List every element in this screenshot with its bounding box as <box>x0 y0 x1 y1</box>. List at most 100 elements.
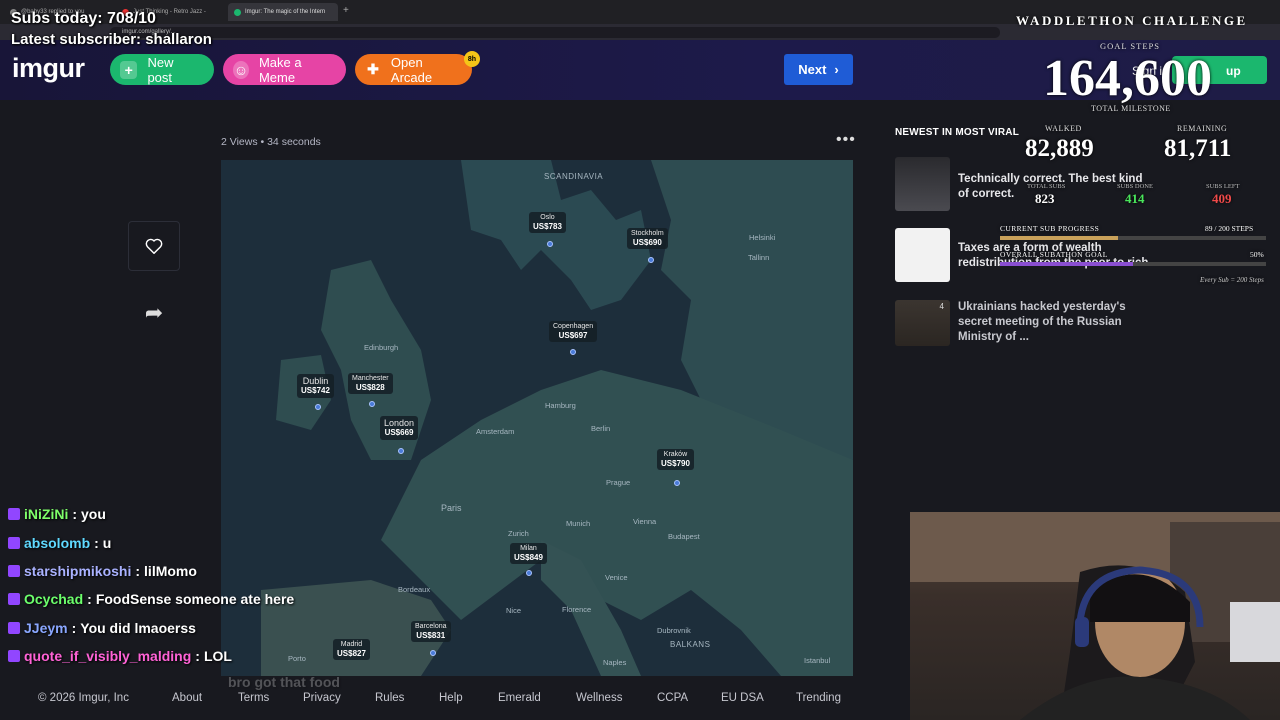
map-place-label: Prague <box>606 478 631 487</box>
map-place-label: Munich <box>566 519 591 528</box>
browser-tab-active[interactable]: Imgur: The magic of the Intern <box>228 3 338 21</box>
chat-message: quote_if_visibly_malding: LOL <box>8 642 340 670</box>
map-place-label: Amsterdam <box>476 427 515 436</box>
city-name: Barcelona <box>415 623 447 630</box>
chat-message: Ocychad: FoodSense someone ate here <box>8 585 340 613</box>
sidebar-post[interactable]: 4 Ukrainians hacked yesterday's secret m… <box>895 300 1155 346</box>
tab-title: Imgur: The magic of the Intern <box>245 9 326 15</box>
city-price-label: Manchester US$828 <box>348 373 393 395</box>
remaining-value: 81,711 <box>1164 135 1232 162</box>
chat-message: iNiZiNi: you <box>8 500 340 528</box>
subs-today-counter: Subs today: 708/10 <box>11 10 156 27</box>
steps-per-sub-note: Every Sub = 200 Steps <box>1200 276 1264 284</box>
city-name: Stockholm <box>631 230 664 237</box>
map-place-label: Naples <box>603 658 627 667</box>
footer-link-wellness[interactable]: Wellness <box>576 692 622 704</box>
twitch-icon <box>8 508 20 521</box>
city-price: US$690 <box>632 238 662 248</box>
sidebar-title: NEWEST IN MOST VIRAL <box>895 127 1019 138</box>
map-place-label: Vienna <box>633 517 657 526</box>
city-price: US$828 <box>355 383 385 393</box>
city-pin-icon[interactable] <box>674 480 680 486</box>
walked-value: 82,889 <box>1025 135 1094 162</box>
chat-text: you <box>81 506 106 523</box>
footer-link-help[interactable]: Help <box>439 692 463 704</box>
city-pin-icon[interactable] <box>526 570 532 576</box>
city-price-label: Kraków US$790 <box>657 449 694 471</box>
footer-link-rules[interactable]: Rules <box>375 692 404 704</box>
footer-link-emerald[interactable]: Emerald <box>498 692 541 704</box>
walked-label: WALKED <box>1045 124 1082 133</box>
chevron-right-icon: › <box>834 62 839 77</box>
webcam-feed <box>910 512 1280 720</box>
city-name: Kraków <box>663 451 688 458</box>
map-place-label: Venice <box>605 573 628 582</box>
subs-left-label: SUBS LEFT <box>1206 183 1240 190</box>
chat-message: JJeym: You did lmaoerss <box>8 614 340 642</box>
city-price-label: Copenhagen US$697 <box>549 321 598 343</box>
new-post-button[interactable]: + New post <box>110 54 214 85</box>
map-place-label: Hamburg <box>545 401 576 410</box>
open-arcade-button[interactable]: ✚ Open Arcade <box>355 54 472 85</box>
city-pin-icon[interactable] <box>570 349 576 355</box>
open-arcade-label: Open Arcade <box>390 54 433 85</box>
next-label: Next <box>798 62 827 77</box>
chat-text: lilMomo <box>144 562 197 579</box>
gamepad-icon: ✚ <box>367 61 379 77</box>
post-thumbnail <box>895 157 950 211</box>
remaining-label: REMAINING <box>1177 124 1228 133</box>
chat-message-fading: bro got that food <box>8 670 340 694</box>
map-place-label: Budapest <box>668 532 700 541</box>
map-place-label: Tallinn <box>748 253 770 262</box>
map-region-label: SCANDINAVIA <box>544 172 604 181</box>
map-region-label: BALKANS <box>670 640 711 649</box>
twitch-icon <box>8 593 20 606</box>
footer-link-trending[interactable]: Trending <box>796 692 841 704</box>
more-options-icon[interactable]: ••• <box>836 131 856 149</box>
post-thumbnail: 4 <box>895 300 950 346</box>
city-name: Madrid <box>340 641 363 648</box>
share-button[interactable]: ➦ <box>128 290 180 336</box>
city-name: Milan <box>520 545 537 552</box>
map-place-label: Edinburgh <box>364 343 399 352</box>
new-tab-icon[interactable]: + <box>343 5 349 16</box>
city-price-label: Oslo US$783 <box>529 212 566 234</box>
address-bar[interactable]: imgur.com/gallery/... <box>110 27 1000 38</box>
map-place-label: Bordeaux <box>398 585 431 594</box>
post-thumbnail <box>895 228 950 282</box>
city-price-label: Stockholm US$690 <box>627 228 668 250</box>
map-place-label: Florence <box>562 605 592 614</box>
current-progress-fill <box>1000 236 1119 240</box>
chat-text: bro got that food <box>228 674 340 691</box>
footer-link-ccpa[interactable]: CCPA <box>657 692 688 704</box>
map-place-label: Berlin <box>591 424 611 433</box>
city-price: US$783 <box>533 222 562 232</box>
plus-icon: + <box>120 60 138 79</box>
city-pin-icon[interactable] <box>648 257 654 263</box>
heart-icon <box>145 238 163 254</box>
post-title: Ukrainians hacked yesterday's secret mee… <box>958 301 1126 343</box>
chat-text: u <box>102 534 112 551</box>
next-button[interactable]: Next › <box>784 54 853 85</box>
city-pin-icon[interactable] <box>547 241 553 247</box>
imgur-logo[interactable]: imgur <box>12 53 85 84</box>
current-progress-label: CURRENT SUB PROGRESS <box>1000 224 1100 233</box>
city-pin-icon[interactable] <box>430 650 436 656</box>
city-pin-icon[interactable] <box>369 401 375 407</box>
chat-text: You did lmaoerss <box>80 619 196 636</box>
make-meme-button[interactable]: ☺ Make a Meme <box>223 54 346 85</box>
sidebar-post[interactable]: Technically correct. The best kind of co… <box>895 157 1155 211</box>
chat-username: starshipmikoshi <box>24 562 132 579</box>
city-price: US$849 <box>514 553 543 563</box>
chat-username: iNiZiNi <box>24 506 69 523</box>
city-price: US$697 <box>558 331 588 341</box>
city-price: US$831 <box>416 631 446 641</box>
map-place-label: Dubrovnik <box>657 626 691 635</box>
footer-link-eu-dsa[interactable]: EU DSA <box>721 692 764 704</box>
city-pin-icon[interactable] <box>315 404 321 410</box>
city-pin-icon[interactable] <box>398 448 404 454</box>
overall-goal-track <box>1000 262 1266 266</box>
chat-message: starshipmikoshi: lilMomo <box>8 557 340 585</box>
favorite-button[interactable] <box>128 221 180 271</box>
twitch-icon <box>8 650 20 663</box>
